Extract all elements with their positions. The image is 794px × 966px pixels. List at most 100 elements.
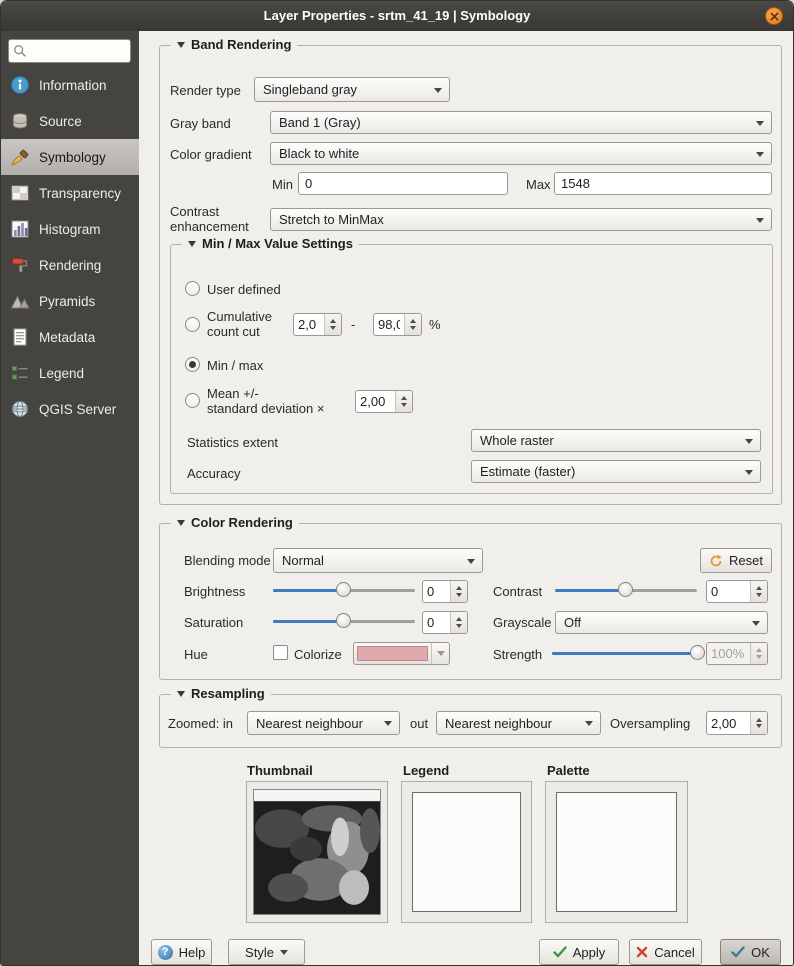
oversampling-spinbox[interactable] — [706, 711, 768, 735]
spin-up-icon[interactable] — [456, 614, 462, 621]
spin-up-icon — [756, 645, 762, 652]
gray-band-combobox[interactable]: Band 1 (Gray) — [270, 111, 772, 134]
slider-handle[interactable] — [336, 613, 351, 628]
spin-down-icon[interactable] — [410, 326, 416, 333]
spin-buttons[interactable] — [450, 612, 467, 633]
zoomed-out-combobox[interactable]: Nearest neighbour — [436, 711, 601, 735]
colorize-color-button[interactable] — [353, 642, 450, 665]
spin-input[interactable] — [294, 314, 324, 335]
spin-input[interactable] — [374, 314, 404, 335]
mean-std-radio[interactable] — [185, 393, 200, 408]
spin-buttons[interactable] — [750, 581, 767, 602]
strength-slider[interactable] — [552, 645, 698, 661]
ok-button[interactable]: OK — [720, 939, 781, 965]
close-button[interactable] — [765, 7, 783, 25]
color-dropdown[interactable] — [431, 643, 449, 664]
sidebar-item-qgis-server[interactable]: QGIS Server — [1, 391, 139, 427]
spin-up-icon[interactable] — [330, 316, 336, 323]
sidebar-item-label: Source — [39, 114, 82, 129]
collapse-triangle-icon[interactable] — [188, 241, 196, 247]
window-title: Layer Properties - srtm_41_19 | Symbolog… — [1, 8, 793, 23]
style-button[interactable]: Style — [228, 939, 305, 965]
cumulative-count-cut-radio[interactable] — [185, 317, 200, 332]
spin-down-icon[interactable] — [456, 624, 462, 631]
accuracy-combobox[interactable]: Estimate (faster) — [471, 460, 761, 483]
spin-input[interactable] — [423, 581, 450, 602]
group-title-text: Color Rendering — [191, 515, 293, 530]
collapse-triangle-icon[interactable] — [177, 520, 185, 526]
spin-input[interactable] — [356, 391, 395, 412]
titlebar[interactable]: Layer Properties - srtm_41_19 | Symbolog… — [1, 1, 793, 31]
reset-button[interactable]: Reset — [700, 548, 772, 573]
slider-handle[interactable] — [336, 582, 351, 597]
sidebar-item-rendering[interactable]: Rendering — [1, 247, 139, 283]
spin-up-icon[interactable] — [756, 715, 762, 722]
cumulative-min-spinbox[interactable] — [293, 313, 342, 336]
collapse-triangle-icon[interactable] — [177, 42, 185, 48]
spin-buttons[interactable] — [450, 581, 467, 602]
sidebar-item-transparency[interactable]: Transparency — [1, 175, 139, 211]
zoomed-in-combobox[interactable]: Nearest neighbour — [247, 711, 400, 735]
spin-up-icon[interactable] — [401, 393, 407, 400]
cancel-button[interactable]: Cancel — [629, 939, 702, 965]
spin-down-icon[interactable] — [330, 326, 336, 333]
slider-handle[interactable] — [618, 582, 633, 597]
color-gradient-combobox[interactable]: Black to white — [270, 142, 772, 165]
sidebar-item-source[interactable]: Source — [1, 103, 139, 139]
sidebar-item-symbology[interactable]: Symbology — [1, 139, 139, 175]
min-input[interactable] — [298, 172, 508, 195]
sidebar-item-histogram[interactable]: Histogram — [1, 211, 139, 247]
max-input[interactable] — [554, 172, 772, 195]
spin-buttons[interactable] — [404, 314, 421, 335]
strength-spinbox[interactable] — [706, 642, 768, 665]
statistics-extent-combobox[interactable]: Whole raster — [471, 429, 761, 452]
pyramids-icon — [10, 291, 30, 311]
ok-button-label: OK — [751, 945, 770, 960]
grayscale-combobox[interactable]: Off — [555, 611, 768, 634]
spin-down-icon[interactable] — [756, 724, 762, 731]
user-defined-radio[interactable] — [185, 281, 200, 296]
search-input[interactable] — [31, 43, 126, 60]
render-type-combobox[interactable]: Singleband gray — [254, 77, 450, 102]
spin-input[interactable] — [423, 612, 450, 633]
min-max-radio[interactable] — [185, 357, 200, 372]
grayscale-label: Grayscale — [493, 615, 552, 630]
spin-down-icon[interactable] — [456, 593, 462, 600]
zoomed-in-label: Zoomed: in — [168, 716, 233, 731]
brightness-spinbox[interactable] — [422, 580, 468, 603]
spin-up-icon[interactable] — [756, 583, 762, 590]
colorize-checkbox[interactable] — [273, 645, 288, 660]
apply-button[interactable]: Apply — [539, 939, 619, 965]
spin-input[interactable] — [707, 581, 750, 602]
contrast-enhancement-combobox[interactable]: Stretch to MinMax — [270, 208, 772, 231]
sidebar-item-pyramids[interactable]: Pyramids — [1, 283, 139, 319]
band-rendering-title: Band Rendering — [171, 37, 297, 52]
help-button-label: Help — [179, 945, 206, 960]
combobox-value: Whole raster — [480, 433, 554, 448]
sidebar-item-information[interactable]: Information — [1, 67, 139, 103]
contrast-slider[interactable] — [555, 582, 697, 598]
combobox-value: Nearest neighbour — [256, 716, 363, 731]
collapse-triangle-icon[interactable] — [177, 691, 185, 697]
spin-input[interactable] — [707, 712, 750, 734]
spin-down-icon[interactable] — [756, 593, 762, 600]
brightness-slider[interactable] — [273, 582, 415, 598]
contrast-spinbox[interactable] — [706, 580, 768, 603]
mean-std-spinbox[interactable] — [355, 390, 413, 413]
help-button[interactable]: ? Help — [151, 939, 212, 965]
spin-up-icon[interactable] — [456, 583, 462, 590]
spin-up-icon[interactable] — [410, 316, 416, 323]
saturation-slider[interactable] — [273, 613, 415, 629]
chevron-down-icon — [756, 152, 764, 157]
spin-down-icon[interactable] — [401, 403, 407, 410]
spin-buttons[interactable] — [324, 314, 341, 335]
cumulative-max-spinbox[interactable] — [373, 313, 422, 336]
saturation-spinbox[interactable] — [422, 611, 468, 634]
slider-handle[interactable] — [690, 645, 705, 660]
sidebar-item-legend[interactable]: Legend — [1, 355, 139, 391]
blending-mode-combobox[interactable]: Normal — [273, 548, 483, 573]
sidebar-item-metadata[interactable]: Metadata — [1, 319, 139, 355]
spin-buttons[interactable] — [395, 391, 412, 412]
spin-buttons[interactable] — [750, 712, 767, 734]
sidebar-search[interactable] — [8, 39, 131, 63]
